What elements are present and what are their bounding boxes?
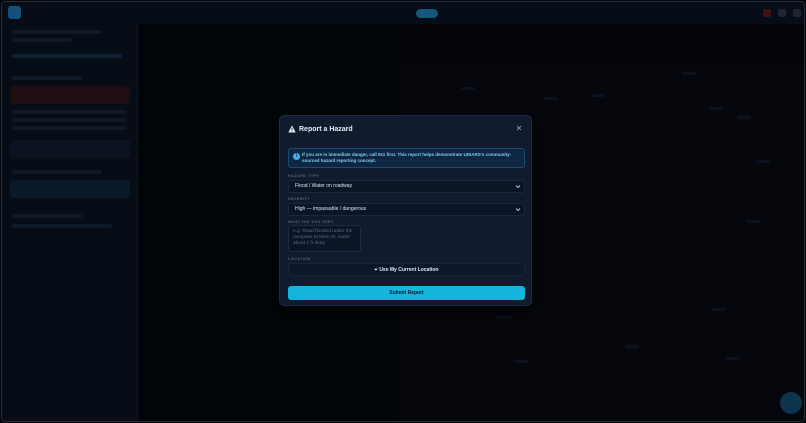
severity-value: High — impassable / dangerous [295, 206, 367, 212]
dialog-title: Report a Hazard [299, 125, 353, 133]
hazard-type-value: Flood / Water on roadway [295, 183, 353, 189]
warning-triangle-icon [288, 125, 296, 133]
severity-label: SEVERITY [288, 197, 310, 201]
severity-select[interactable]: High — impassable / dangerous [288, 203, 525, 216]
emergency-notice: i If you are in immediate danger, call 9… [288, 148, 525, 168]
description-label: WHAT DID YOU SEE? [288, 220, 334, 224]
description-textarea[interactable] [288, 225, 361, 252]
chevron-down-icon [515, 185, 521, 189]
info-icon: i [293, 153, 300, 160]
hazard-type-select[interactable]: Flood / Water on roadway [288, 180, 525, 193]
report-hazard-dialog: Report a Hazard ✕ i If you are in immedi… [279, 115, 532, 306]
chevron-down-icon [515, 208, 521, 212]
dialog-header: Report a Hazard [288, 125, 353, 133]
use-current-location-label: Use My Current Location [379, 266, 439, 273]
submit-report-button[interactable]: Submit Report [288, 286, 525, 300]
crosshair-icon: ⌖ [374, 266, 378, 273]
emergency-notice-text: If you are in immediate danger, call 911… [302, 152, 512, 163]
hazard-type-label: HAZARD TYPE [288, 174, 320, 178]
location-label: LOCATION [288, 257, 311, 261]
use-current-location-button[interactable]: ⌖ Use My Current Location [288, 263, 525, 276]
close-icon[interactable]: ✕ [515, 125, 523, 133]
submit-report-label: Submit Report [389, 290, 424, 296]
